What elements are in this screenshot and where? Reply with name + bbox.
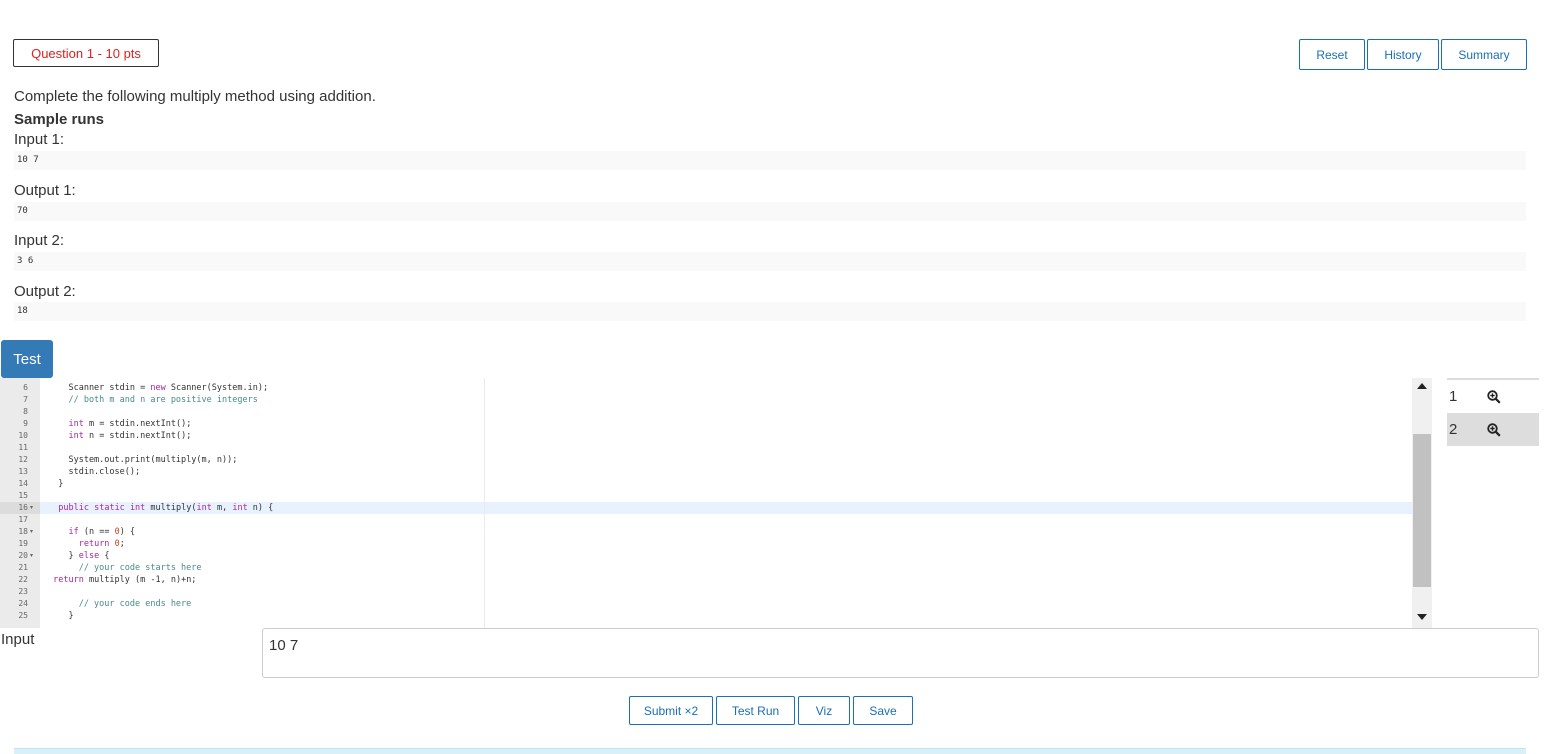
line-number: 11 (18, 443, 28, 452)
code-editor[interactable]: 6 7 8 9 10 11 12 13 14 15 16 ▾ 17 18 ▾ 19 20 ▾ 21 22 23 24 25 … (0, 378, 1432, 628)
history-button[interactable]: History (1367, 39, 1439, 70)
fold-arrow-icon[interactable]: ▾ (30, 526, 33, 538)
code-line[interactable]: if (n == 0) { (48, 526, 135, 538)
zoom-in-icon[interactable] (1487, 423, 1501, 441)
scroll-thumb[interactable] (1413, 434, 1431, 587)
zoom-in-icon[interactable] (1487, 390, 1501, 408)
code-line[interactable]: // your code starts here (48, 562, 202, 574)
editor-scrollbar[interactable] (1412, 378, 1432, 628)
input-label: Input (1, 631, 35, 648)
code-line[interactable]: // both m and n are positive integers (48, 394, 257, 406)
sample-label: Output 2: (14, 283, 76, 300)
line-number: 17 (18, 515, 28, 524)
line-number: 19 (18, 539, 28, 548)
line-number: 16 (18, 503, 28, 512)
sample-label: Input 2: (14, 232, 65, 249)
line-number: 20 (18, 551, 28, 560)
code-line[interactable]: } else { (48, 550, 109, 562)
line-number: 21 (18, 563, 28, 572)
top-toolbar: Reset History Summary (1299, 39, 1527, 70)
viz-button[interactable]: Viz (798, 696, 850, 725)
line-number: 24 (18, 599, 28, 608)
code-line[interactable]: System.out.print(multiply(m, n)); (48, 454, 237, 466)
code-line[interactable]: public static int multiply(int m, int n)… (48, 502, 273, 514)
test-run-button[interactable]: Test Run (716, 696, 795, 725)
code-line[interactable]: // your code ends here (48, 598, 192, 610)
input-textarea[interactable]: 10 7 (262, 628, 1539, 678)
code-line[interactable]: int n = stdin.nextInt(); (48, 430, 191, 442)
submit-button[interactable]: Submit ×2 (629, 696, 713, 725)
info-bar (14, 748, 1526, 754)
print-margin (484, 378, 485, 628)
code-line[interactable]: int m = stdin.nextInt(); (48, 418, 191, 430)
line-number: 22 (18, 575, 28, 584)
code-line[interactable]: } (48, 478, 63, 490)
summary-button[interactable]: Summary (1441, 39, 1527, 70)
fold-arrow-icon[interactable]: ▾ (30, 502, 33, 514)
save-button[interactable]: Save (853, 696, 913, 725)
code-line[interactable]: return 0; (48, 538, 125, 550)
bottom-toolbar: Submit ×2 Test Run Viz Save (629, 696, 913, 725)
line-number: 13 (18, 467, 28, 476)
code-line[interactable]: return multiply (m -1, n)+n; (48, 574, 196, 586)
fold-arrow-icon[interactable]: ▾ (30, 550, 33, 562)
problem-statement: Complete the following multiply method u… (14, 88, 376, 105)
testcase-number: 1 (1449, 388, 1458, 405)
test-button[interactable]: Test (1, 340, 53, 378)
reset-button[interactable]: Reset (1299, 39, 1365, 70)
code-line[interactable]: } (48, 610, 73, 622)
testcase-item-2[interactable]: 2 (1447, 413, 1539, 446)
sample-label: Output 1: (14, 182, 76, 199)
code-line[interactable]: Scanner stdin = new Scanner(System.in); (48, 382, 268, 394)
sample-value: 70 (14, 202, 1526, 221)
line-number: 7 (23, 395, 28, 404)
line-number: 6 (23, 383, 28, 392)
line-number: 9 (23, 419, 28, 428)
testcase-item-1[interactable]: 1 (1447, 378, 1539, 413)
line-number: 8 (23, 407, 28, 416)
testcase-number: 2 (1449, 421, 1458, 438)
sample-value: 18 (14, 302, 1526, 321)
line-number: 12 (18, 455, 28, 464)
sample-label: Input 1: (14, 131, 65, 148)
sample-value: 10 7 (14, 151, 1526, 170)
line-number: 14 (18, 479, 28, 488)
sample-runs-title: Sample runs (14, 111, 105, 128)
line-number: 23 (18, 587, 28, 596)
editor-gutter: 6 7 8 9 10 11 12 13 14 15 16 ▾ 17 18 ▾ 19 20 ▾ 21 22 23 24 25 (0, 378, 40, 628)
testcase-list: 1 2 (1447, 378, 1539, 446)
sample-value: 3 6 (14, 252, 1526, 271)
scroll-down-arrow-icon[interactable] (1417, 614, 1427, 620)
code-line[interactable]: stdin.close(); (48, 466, 140, 478)
line-number: 25 (18, 611, 28, 620)
question-badge: Question 1 - 10 pts (13, 39, 159, 67)
line-number: 10 (18, 431, 28, 440)
line-number: 18 (18, 527, 28, 536)
scroll-up-arrow-icon[interactable] (1417, 383, 1427, 389)
line-number: 15 (18, 491, 28, 500)
